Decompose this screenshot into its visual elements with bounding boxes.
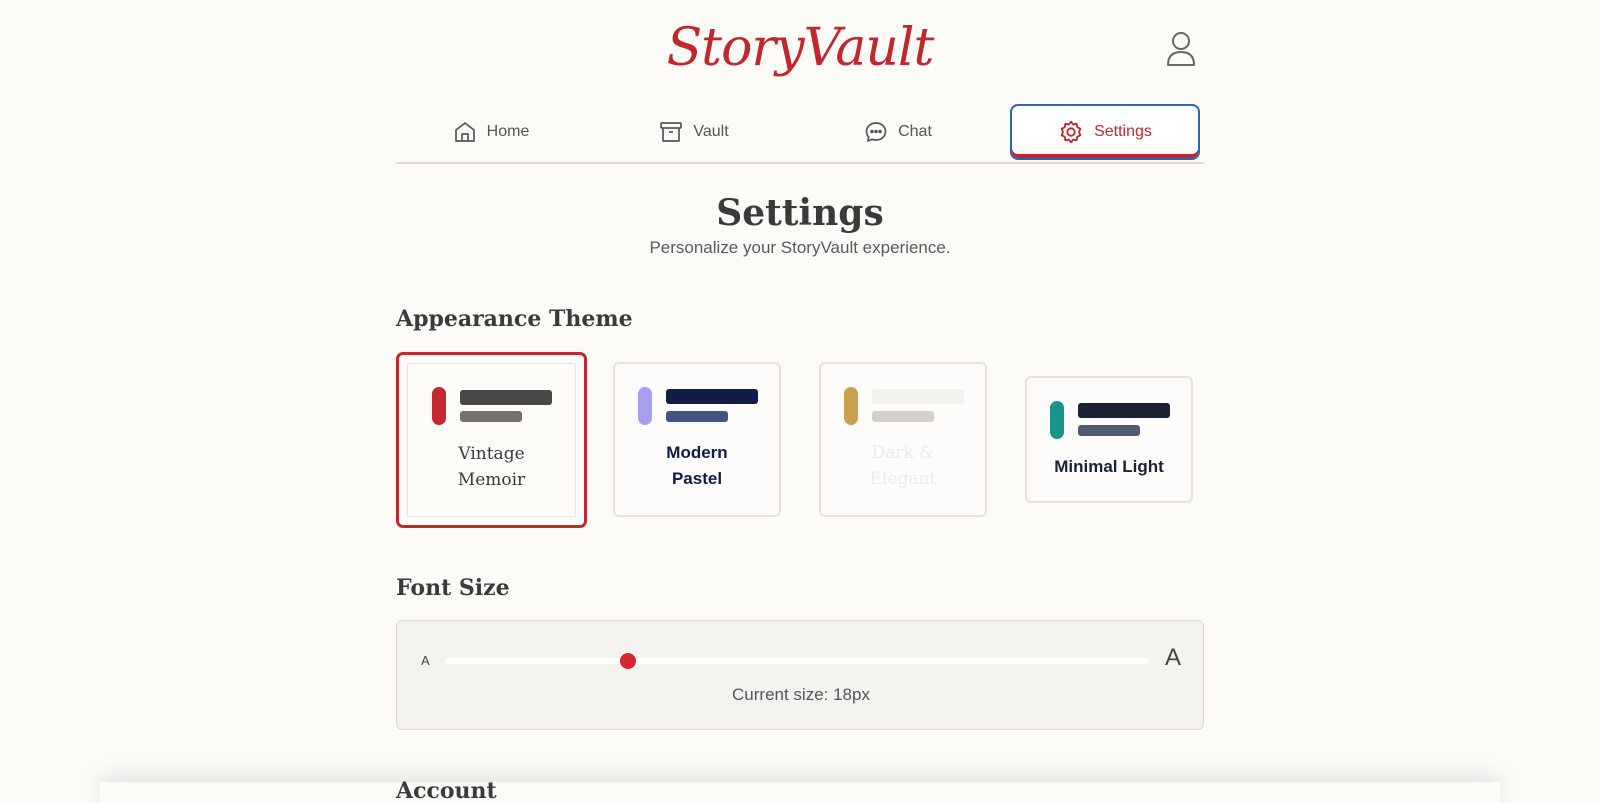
theme-name-line: Minimal Light xyxy=(1054,457,1164,476)
app-logo[interactable]: StoryVault xyxy=(0,18,1600,78)
theme-card-modern-pastel[interactable]: Modern Pastel xyxy=(613,362,781,517)
theme-name: Vintage Memoir xyxy=(399,441,584,493)
tab-settings[interactable]: Settings xyxy=(1010,104,1200,160)
theme-name-line: Pastel xyxy=(671,469,723,488)
tab-vault[interactable]: Vault xyxy=(599,104,789,160)
font-size-panel: A A Current size: 18px xyxy=(396,620,1204,730)
bottom-edge-shadow xyxy=(100,782,1500,803)
current-font-size-text: Current size: 18px xyxy=(732,685,870,704)
theme-card-dark-elegant[interactable]: Dark & Elegant xyxy=(819,362,987,517)
theme-swatch xyxy=(432,387,446,425)
theme-preview-frame xyxy=(407,363,576,517)
theme-card-vintage-memoir[interactable]: Vintage Memoir xyxy=(396,352,587,528)
tab-home-label: Home xyxy=(486,123,530,140)
font-size-slider-track[interactable] xyxy=(445,653,1149,669)
theme-name: Dark & Elegant xyxy=(821,440,985,492)
theme-preview-bar xyxy=(460,390,552,405)
theme-preview-bar xyxy=(666,389,758,404)
archive-icon xyxy=(660,122,683,142)
font-size-slider-thumb[interactable] xyxy=(620,653,637,669)
theme-swatch xyxy=(638,387,652,425)
theme-preview-bar xyxy=(872,389,964,404)
theme-swatch xyxy=(1050,401,1064,439)
font-size-heading: Font Size xyxy=(396,575,510,601)
theme-name-line: Elegant xyxy=(869,469,937,489)
chat-bubble-icon xyxy=(865,122,887,142)
theme-preview-bar xyxy=(872,411,934,422)
profile-button[interactable] xyxy=(1164,28,1198,70)
theme-name: Modern Pastel xyxy=(615,440,779,492)
theme-name-line: Vintage xyxy=(458,444,525,464)
theme-name: Minimal Light xyxy=(1027,454,1191,480)
theme-preview-bar xyxy=(460,411,522,422)
main-nav: Home Vault Chat Settings xyxy=(396,104,1204,164)
font-size-large-label: A xyxy=(1164,644,1181,671)
tab-chat-label: Chat xyxy=(898,123,932,140)
home-icon xyxy=(454,122,475,142)
tab-settings-label: Settings xyxy=(1094,123,1152,140)
theme-name-line: Memoir xyxy=(457,470,526,490)
theme-card-minimal-light[interactable]: Minimal Light xyxy=(1025,376,1193,503)
font-size-small-label: A xyxy=(421,653,430,668)
appearance-heading: Appearance Theme xyxy=(396,306,633,332)
theme-preview-bar xyxy=(1078,403,1170,418)
theme-swatch xyxy=(844,387,858,425)
page-subtitle: Personalize your StoryVault experience. xyxy=(649,238,951,257)
theme-preview-bar xyxy=(1078,425,1140,436)
tab-home[interactable]: Home xyxy=(396,104,586,160)
gear-icon xyxy=(1060,120,1082,144)
app-header: StoryVault xyxy=(0,0,1600,100)
theme-preview-bar xyxy=(666,411,728,422)
page-title: Settings xyxy=(716,192,884,234)
theme-name-line: Dark & xyxy=(871,443,935,463)
tab-chat[interactable]: Chat xyxy=(803,104,993,160)
tab-vault-label: Vault xyxy=(693,123,729,140)
theme-name-line: Modern xyxy=(666,443,728,462)
user-icon xyxy=(1167,32,1195,66)
